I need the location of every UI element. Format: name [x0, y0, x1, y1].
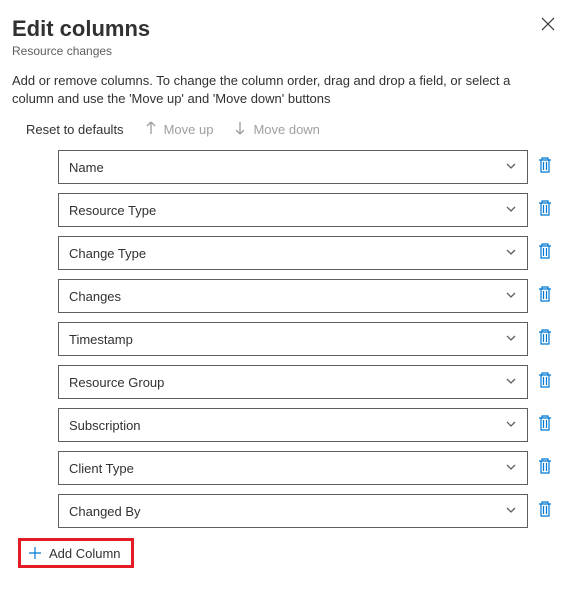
reset-defaults-button[interactable]: Reset to defaults [26, 122, 124, 137]
column-select[interactable]: Client Type [58, 451, 528, 485]
trash-icon [537, 242, 553, 265]
column-row: Changes [58, 279, 554, 313]
add-column-button[interactable]: Add Column [18, 538, 134, 568]
column-row: Subscription [58, 408, 554, 442]
column-row: Changed By [58, 494, 554, 528]
plus-icon [27, 545, 43, 561]
column-select-label: Changed By [69, 504, 141, 519]
column-select[interactable]: Name [58, 150, 528, 184]
column-list: Name Resource Type Change Type Changes Times… [12, 150, 558, 528]
column-select-label: Changes [69, 289, 121, 304]
move-down-label: Move down [253, 122, 319, 137]
delete-column-button[interactable] [536, 502, 554, 520]
close-button[interactable] [538, 16, 558, 36]
column-select[interactable]: Resource Type [58, 193, 528, 227]
chevron-down-icon [505, 160, 517, 175]
trash-icon [537, 285, 553, 308]
trash-icon [537, 199, 553, 222]
delete-column-button[interactable] [536, 201, 554, 219]
column-select-label: Subscription [69, 418, 141, 433]
column-select[interactable]: Resource Group [58, 365, 528, 399]
delete-column-button[interactable] [536, 158, 554, 176]
column-select-label: Timestamp [69, 332, 133, 347]
move-up-label: Move up [164, 122, 214, 137]
delete-column-button[interactable] [536, 330, 554, 348]
column-select[interactable]: Changed By [58, 494, 528, 528]
add-column-label: Add Column [49, 546, 121, 561]
column-select[interactable]: Change Type [58, 236, 528, 270]
column-select-label: Client Type [69, 461, 134, 476]
chevron-down-icon [505, 461, 517, 476]
column-row: Timestamp [58, 322, 554, 356]
move-down-button[interactable]: Move down [233, 121, 319, 138]
trash-icon [537, 457, 553, 480]
chevron-down-icon [505, 289, 517, 304]
trash-icon [537, 156, 553, 179]
column-select-label: Resource Type [69, 203, 156, 218]
page-subtitle: Resource changes [12, 44, 150, 58]
description-text: Add or remove columns. To change the col… [12, 72, 558, 107]
move-up-button[interactable]: Move up [144, 121, 214, 138]
delete-column-button[interactable] [536, 373, 554, 391]
chevron-down-icon [505, 504, 517, 519]
close-icon [541, 17, 555, 36]
column-row: Client Type [58, 451, 554, 485]
column-row: Resource Group [58, 365, 554, 399]
chevron-down-icon [505, 332, 517, 347]
chevron-down-icon [505, 418, 517, 433]
trash-icon [537, 371, 553, 394]
column-select-label: Change Type [69, 246, 146, 261]
column-row: Change Type [58, 236, 554, 270]
page-title: Edit columns [12, 16, 150, 42]
delete-column-button[interactable] [536, 287, 554, 305]
trash-icon [537, 414, 553, 437]
column-select-label: Name [69, 160, 104, 175]
chevron-down-icon [505, 203, 517, 218]
chevron-down-icon [505, 375, 517, 390]
column-select-label: Resource Group [69, 375, 164, 390]
trash-icon [537, 328, 553, 351]
chevron-down-icon [505, 246, 517, 261]
column-select[interactable]: Subscription [58, 408, 528, 442]
column-select[interactable]: Timestamp [58, 322, 528, 356]
trash-icon [537, 500, 553, 523]
column-row: Name [58, 150, 554, 184]
column-row: Resource Type [58, 193, 554, 227]
arrow-down-icon [233, 121, 247, 138]
delete-column-button[interactable] [536, 244, 554, 262]
delete-column-button[interactable] [536, 459, 554, 477]
arrow-up-icon [144, 121, 158, 138]
delete-column-button[interactable] [536, 416, 554, 434]
column-select[interactable]: Changes [58, 279, 528, 313]
